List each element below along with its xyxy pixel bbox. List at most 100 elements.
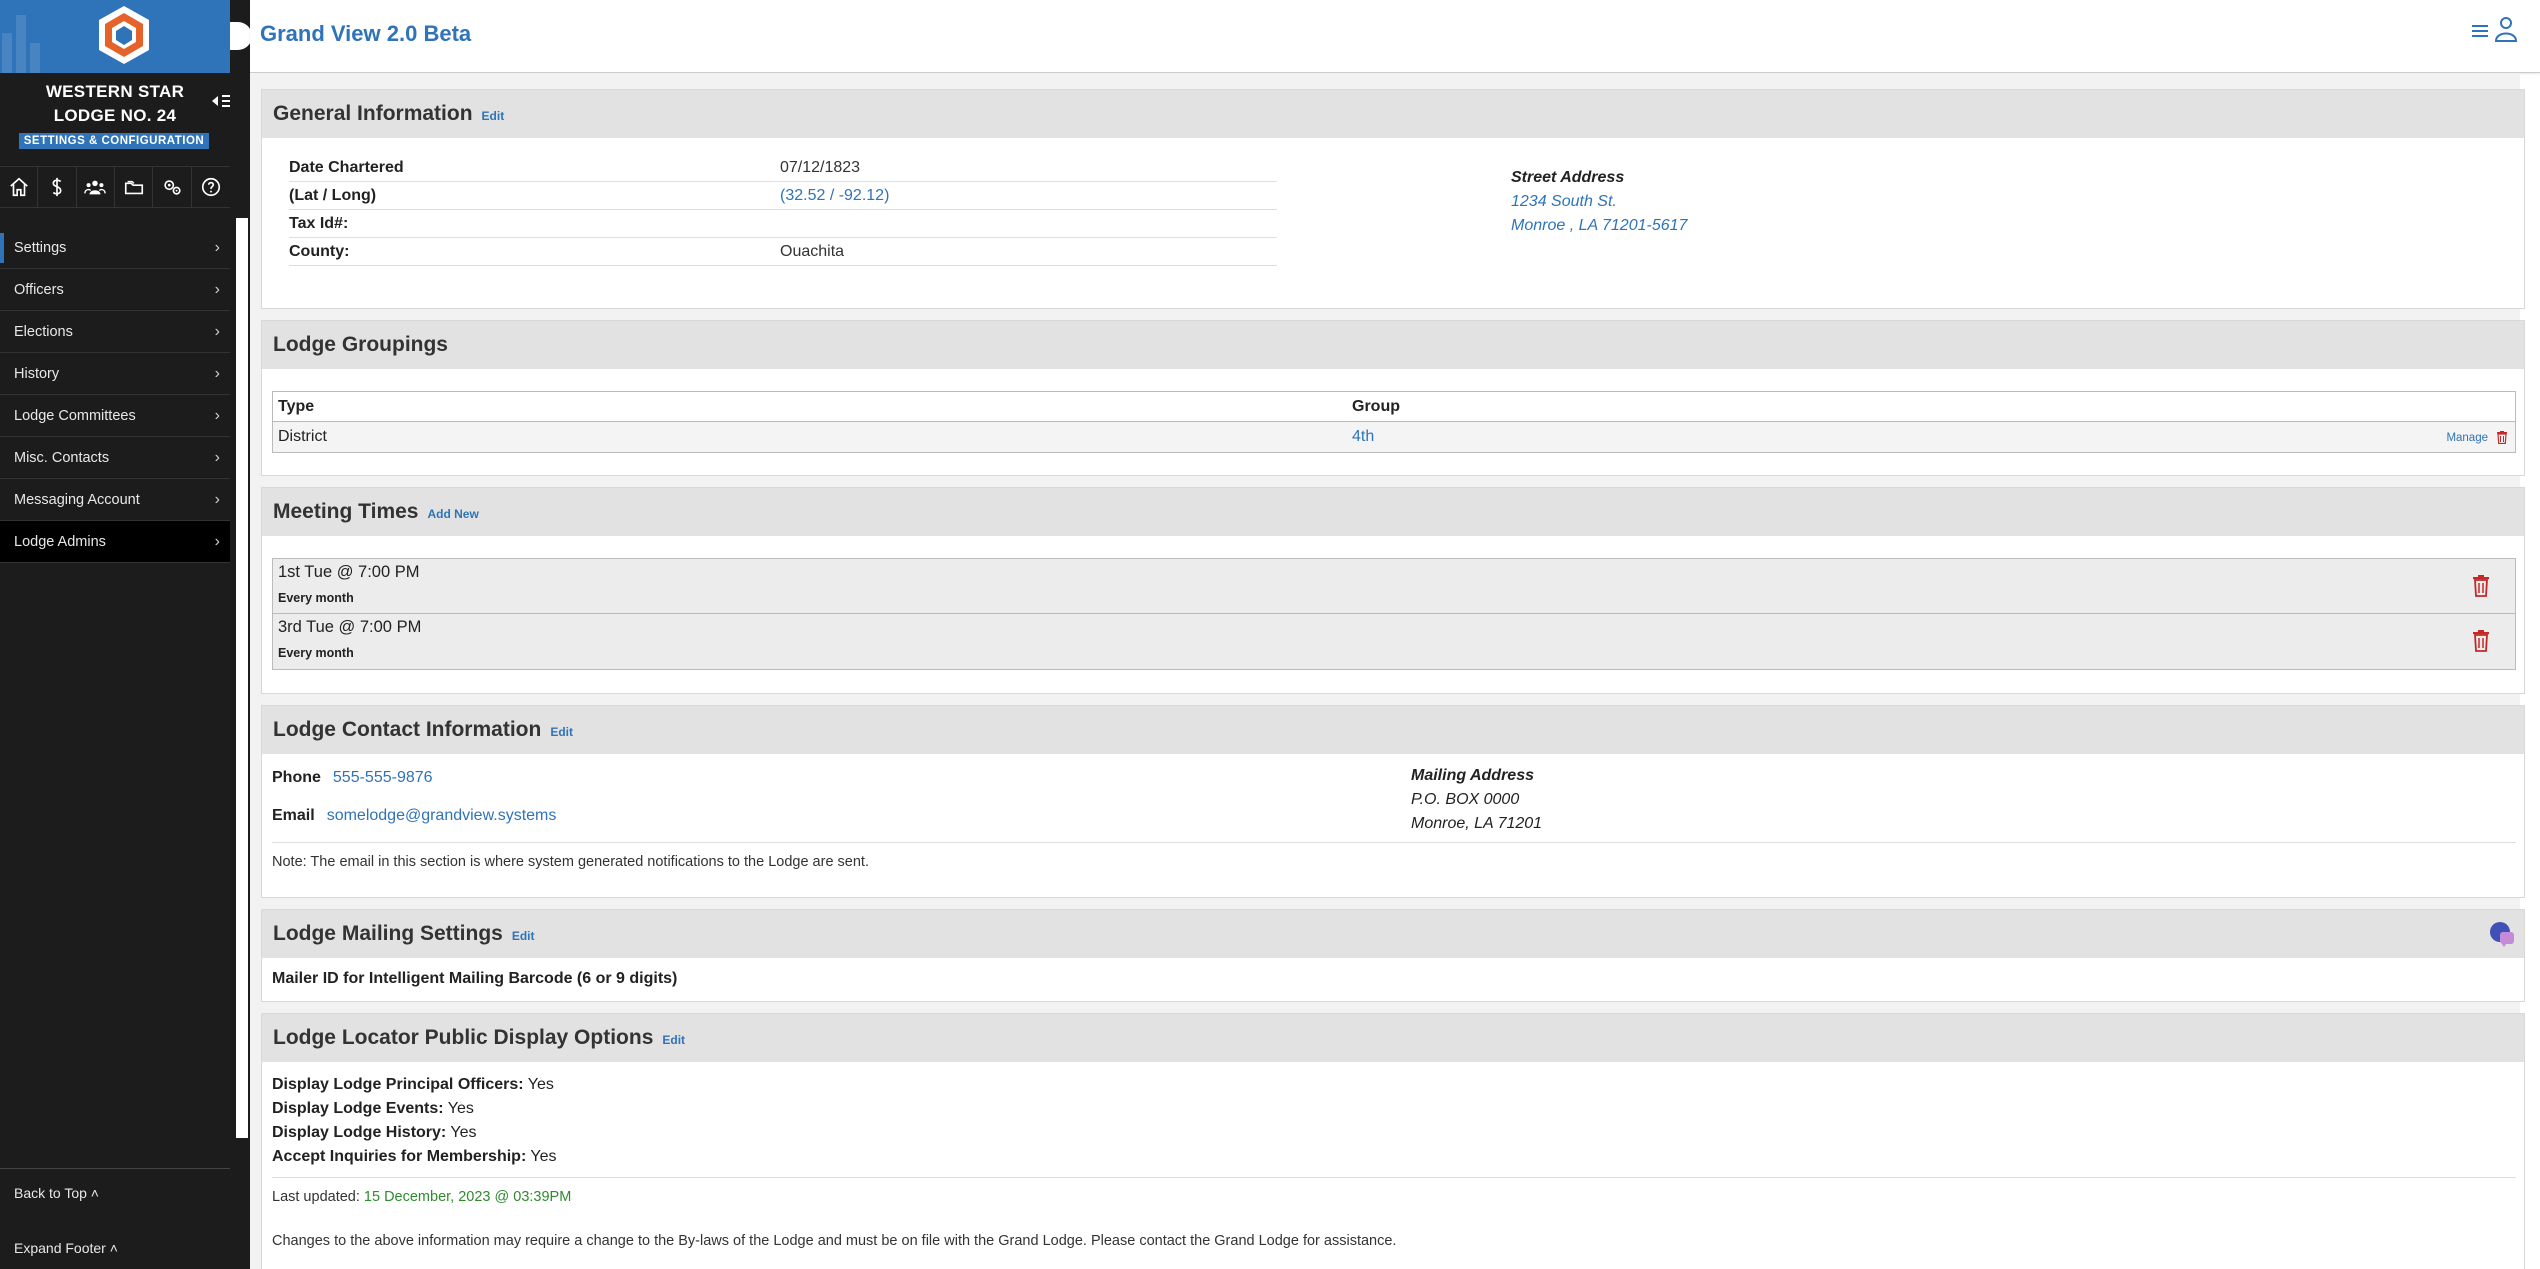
trash-icon[interactable] [2472, 630, 2490, 652]
sidebar-item-lodge-admins[interactable]: Lodge Admins › [0, 521, 230, 563]
section-title: Lodge Mailing Settings [273, 922, 503, 945]
sidebar-item-officers[interactable]: Officers › [0, 269, 230, 311]
user-icon[interactable] [2494, 16, 2518, 42]
section-header: Lodge Groupings [262, 321, 2524, 369]
sidebar-item-label: Misc. Contacts [14, 450, 110, 466]
menu-button[interactable] [2472, 18, 2490, 46]
add-new-meeting-link[interactable]: Add New [427, 507, 478, 521]
trash-icon[interactable] [2472, 575, 2490, 597]
edit-general-link[interactable]: Edit [482, 109, 505, 123]
section-title: Lodge Locator Public Display Options [273, 1026, 654, 1049]
back-to-top-label: Back to Top [14, 1185, 87, 1201]
trash-icon[interactable] [2496, 431, 2508, 444]
back-to-top-link[interactable]: Back to Top ˄ [14, 1185, 99, 1201]
last-updated-label: Last updated: [272, 1189, 360, 1205]
meeting-frequency: Every month [278, 591, 354, 605]
sidebar-toggle-knob[interactable] [230, 22, 252, 50]
email-link[interactable]: somelodge@grandview.systems [327, 807, 557, 824]
edit-mailing-link[interactable]: Edit [512, 929, 535, 943]
chevron-right-icon: › [214, 491, 220, 508]
sidebar-item-label: Elections [14, 324, 73, 340]
chevron-up-icon: ˄ [109, 1240, 118, 1256]
contact-information-section: Lodge Contact Information Edit Phone 555-… [261, 705, 2525, 898]
sidebar-scrollbar[interactable] [236, 218, 248, 1138]
sidebar-item-label: Messaging Account [14, 492, 140, 508]
grouping-group-link[interactable]: 4th [1352, 422, 1374, 452]
app-title[interactable]: Grand View 2.0 Beta [260, 21, 471, 47]
sidebar-nav: Settings › Officers › Elections › History › … [0, 227, 230, 563]
help-button[interactable] [192, 167, 230, 207]
chevron-right-icon: › [214, 323, 220, 340]
expand-footer-label: Expand Footer [14, 1240, 106, 1256]
chat-icon[interactable] [2488, 920, 2516, 948]
grand-view-logo-icon[interactable] [96, 4, 152, 66]
mailing-address-title: Mailing Address [1411, 767, 1534, 784]
section-header: Lodge Mailing Settings Edit [262, 910, 2524, 958]
sidebar-item-history[interactable]: History › [0, 353, 230, 395]
mailing-settings-section: Lodge Mailing Settings Edit Mailer ID fo… [261, 909, 2525, 1002]
table-header: Type Group [273, 392, 2515, 422]
meeting-times-section: Meeting Times Add New 1st Tue @ 7:00 PM … [261, 487, 2525, 694]
expand-footer-link[interactable]: Expand Footer ˄ [14, 1240, 118, 1256]
lat-long-link[interactable]: (32.52 / -92.12) [780, 182, 889, 210]
chevron-right-icon: › [214, 239, 220, 256]
hamburger-icon [2472, 25, 2488, 37]
info-label: Date Chartered [289, 159, 404, 176]
sidebar-item-label: Lodge Admins [14, 534, 106, 550]
display-history-value: Yes [450, 1124, 477, 1141]
main-content: General Information Edit Date Chartered 0… [250, 73, 2525, 1269]
section-title: Meeting Times [273, 500, 419, 523]
section-title: Lodge Groupings [273, 333, 448, 356]
accept-inquiries-label: Accept Inquiries for Membership: [272, 1148, 527, 1165]
home-icon [9, 177, 28, 197]
sidebar-scroll-strip [230, 0, 252, 1269]
edit-locator-link[interactable]: Edit [662, 1033, 685, 1047]
column-header-type: Type [278, 398, 315, 415]
chevron-right-icon: › [214, 365, 220, 382]
meeting-times-list: 1st Tue @ 7:00 PM Every month 3rd Tue @ … [272, 558, 2516, 670]
email-label: Email [272, 807, 315, 824]
finance-button[interactable] [38, 167, 77, 207]
meeting-time: 3rd Tue @ 7:00 PM [278, 618, 422, 636]
display-officers-value: Yes [527, 1076, 554, 1093]
sidebar-item-elections[interactable]: Elections › [0, 311, 230, 353]
lodge-name-line2: LODGE NO. 24 [53, 106, 177, 125]
street-address-line2[interactable]: Monroe , LA 71201-5617 [1511, 214, 1687, 238]
mailing-address-line2: Monroe, LA 71201 [1411, 815, 1543, 832]
meeting-frequency: Every month [278, 646, 354, 660]
street-address-line1[interactable]: 1234 South St. [1511, 190, 1687, 214]
list-item: 3rd Tue @ 7:00 PM Every month [273, 614, 2515, 669]
lodge-name-line1: WESTERN STAR [45, 82, 185, 101]
help-icon [201, 177, 220, 197]
members-button[interactable] [77, 167, 116, 207]
info-row: County: Ouachita [289, 238, 1277, 266]
meeting-time: 1st Tue @ 7:00 PM [278, 563, 420, 581]
info-value: 07/12/1823 [780, 159, 861, 176]
sidebar-item-label: History [14, 366, 60, 382]
sidebar-icon-bar [0, 166, 230, 208]
manage-link[interactable]: Manage [2446, 422, 2488, 454]
last-updated-value: 15 December, 2023 @ 03:39PM [363, 1189, 572, 1205]
phone-link[interactable]: 555-555-9876 [333, 769, 433, 786]
sidebar-item-messaging-account[interactable]: Messaging Account › [0, 479, 230, 521]
info-label: County: [289, 243, 350, 260]
sidebar-brand-area [0, 0, 230, 73]
sidebar-item-settings[interactable]: Settings › [0, 227, 230, 269]
chevron-right-icon: › [214, 449, 220, 466]
accept-inquiries-line: Accept Inquiries for Membership: Yes [272, 1148, 557, 1166]
documents-button[interactable] [115, 167, 154, 207]
general-info-table: Date Chartered 07/12/1823 (Lat / Long) (32… [289, 154, 1277, 266]
sidebar-item-lodge-committees[interactable]: Lodge Committees › [0, 395, 230, 437]
settings-button[interactable] [153, 167, 192, 207]
home-button[interactable] [0, 167, 39, 207]
edit-contact-link[interactable]: Edit [550, 725, 573, 739]
sidebar-item-misc-contacts[interactable]: Misc. Contacts › [0, 437, 230, 479]
info-value: Ouachita [780, 243, 845, 260]
last-updated-line: Last updated: 15 December, 2023 @ 03:39P… [272, 1189, 571, 1205]
section-header: Lodge Contact Information Edit [262, 706, 2524, 754]
display-events-line: Display Lodge Events: Yes [272, 1100, 474, 1118]
section-badge: SETTINGS & CONFIGURATION [19, 133, 209, 149]
members-icon [84, 180, 107, 195]
street-address: Street Address 1234 South St. Monroe , L… [1511, 166, 1687, 238]
contact-note: Note: The email in this section is where… [272, 854, 869, 870]
